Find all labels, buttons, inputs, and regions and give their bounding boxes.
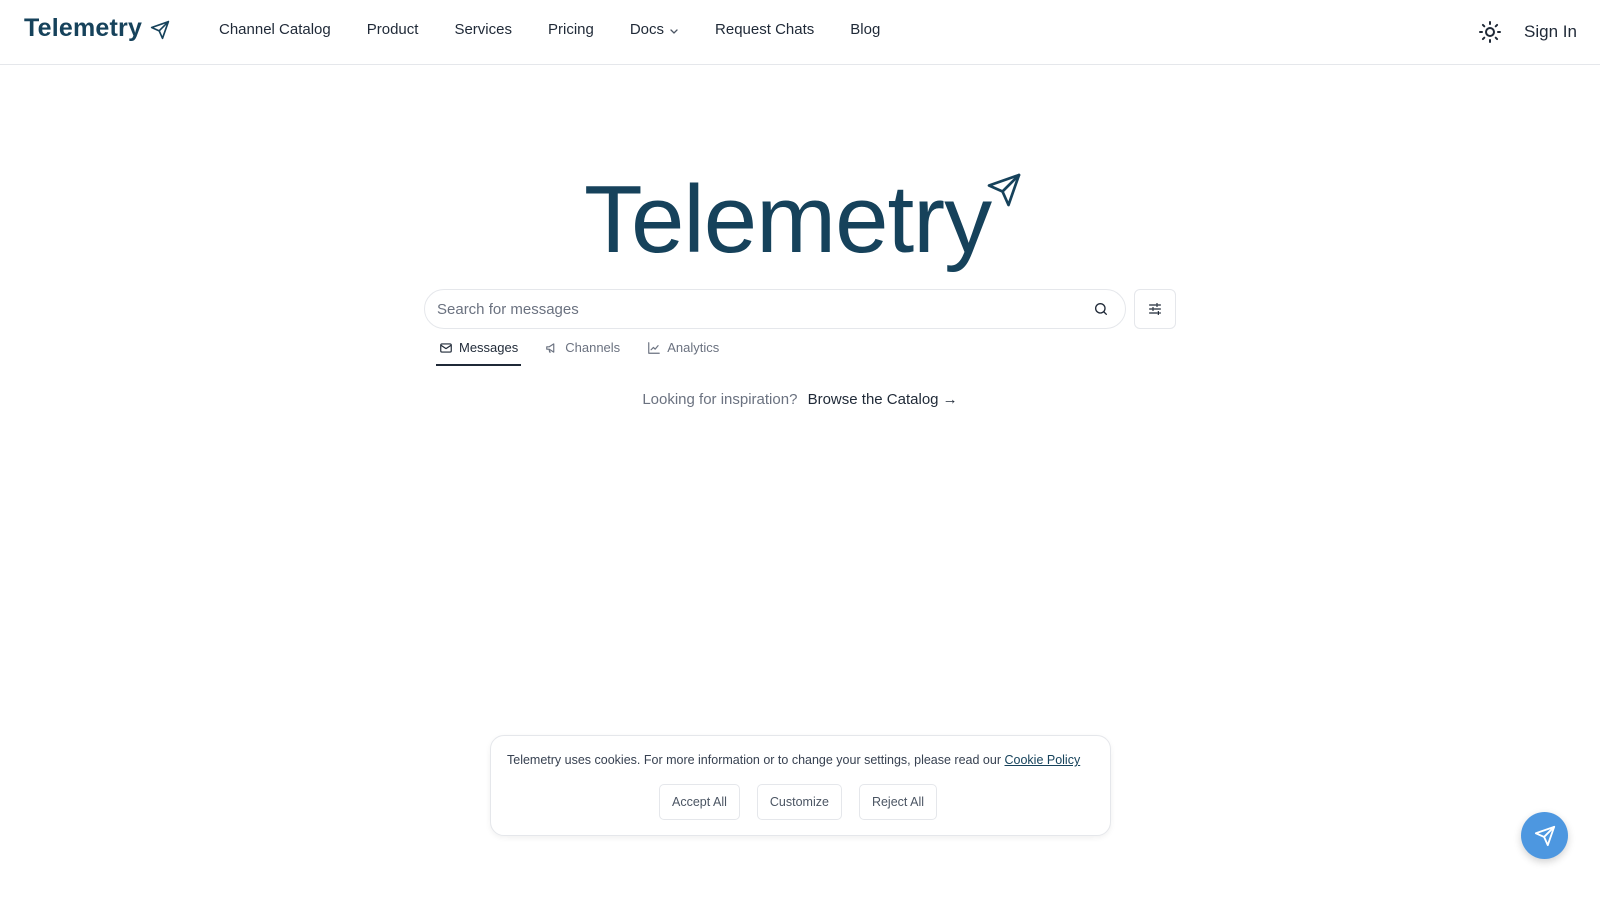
nav-channel-catalog[interactable]: Channel Catalog: [219, 21, 331, 38]
brand-name: Telemetry: [24, 14, 143, 42]
chevron-down-icon: [670, 28, 678, 34]
cookie-message: Telemetry uses cookies. For more informa…: [507, 753, 1080, 767]
search-bar: [424, 289, 1126, 329]
nav-docs-dropdown[interactable]: Docs: [630, 21, 679, 38]
search-type-tabs: Messages Channels Analytics: [436, 336, 743, 368]
chart-line-icon: [648, 341, 661, 354]
cookie-actions: Accept All Customize Reject All: [659, 784, 938, 820]
cookie-policy-link[interactable]: Cookie Policy: [1004, 753, 1080, 767]
hero-logo: Telemetry: [584, 160, 1024, 280]
inspiration-question: Looking for inspiration?: [642, 391, 798, 408]
nav-blog[interactable]: Blog: [850, 21, 880, 38]
brand-logo-link[interactable]: Telemetry: [24, 14, 170, 43]
megaphone-icon: [546, 342, 555, 353]
nav-product[interactable]: Product: [367, 21, 419, 38]
main-nav: Channel Catalog Product Services Pricing…: [219, 21, 916, 38]
accept-all-button[interactable]: Accept All: [659, 784, 740, 820]
paper-plane-icon: [987, 173, 1021, 207]
tab-channels[interactable]: Channels: [542, 336, 623, 366]
cookie-banner: Telemetry uses cookies. For more informa…: [490, 735, 1111, 836]
reject-all-button[interactable]: Reject All: [858, 784, 938, 820]
top-navigation-bar: Telemetry Channel Catalog Product Servic…: [0, 0, 1600, 65]
tab-messages-label: Messages: [459, 340, 519, 355]
sliders-icon: [1149, 303, 1161, 315]
tab-messages[interactable]: Messages: [436, 336, 522, 366]
nav-pricing[interactable]: Pricing: [548, 21, 594, 38]
search-input[interactable]: [437, 290, 1077, 328]
paper-plane-icon: [150, 20, 170, 39]
envelope-icon: [440, 342, 452, 353]
customize-button[interactable]: Customize: [756, 784, 842, 820]
search-filters-button[interactable]: [1134, 289, 1176, 329]
nav-request-chats[interactable]: Request Chats: [715, 21, 814, 38]
paper-plane-icon: [1534, 825, 1555, 846]
sign-in-link[interactable]: Sign In: [1524, 22, 1577, 42]
inspiration-prompt: Looking for inspiration? Browse the Cata…: [0, 391, 1600, 408]
chat-fab-button[interactable]: [1521, 812, 1568, 859]
browse-catalog-link[interactable]: Browse the Catalog →: [808, 391, 958, 408]
sun-icon[interactable]: [1478, 20, 1502, 44]
search-icon[interactable]: [1093, 301, 1109, 317]
cookie-text: Telemetry uses cookies. For more informa…: [507, 753, 1001, 767]
tab-analytics[interactable]: Analytics: [644, 336, 722, 366]
nav-docs-label: Docs: [629, 21, 665, 38]
nav-services[interactable]: Services: [454, 21, 512, 38]
tab-analytics-label: Analytics: [667, 340, 720, 355]
hero-title: Telemetry: [584, 166, 992, 273]
tab-channels-label: Channels: [565, 340, 621, 355]
